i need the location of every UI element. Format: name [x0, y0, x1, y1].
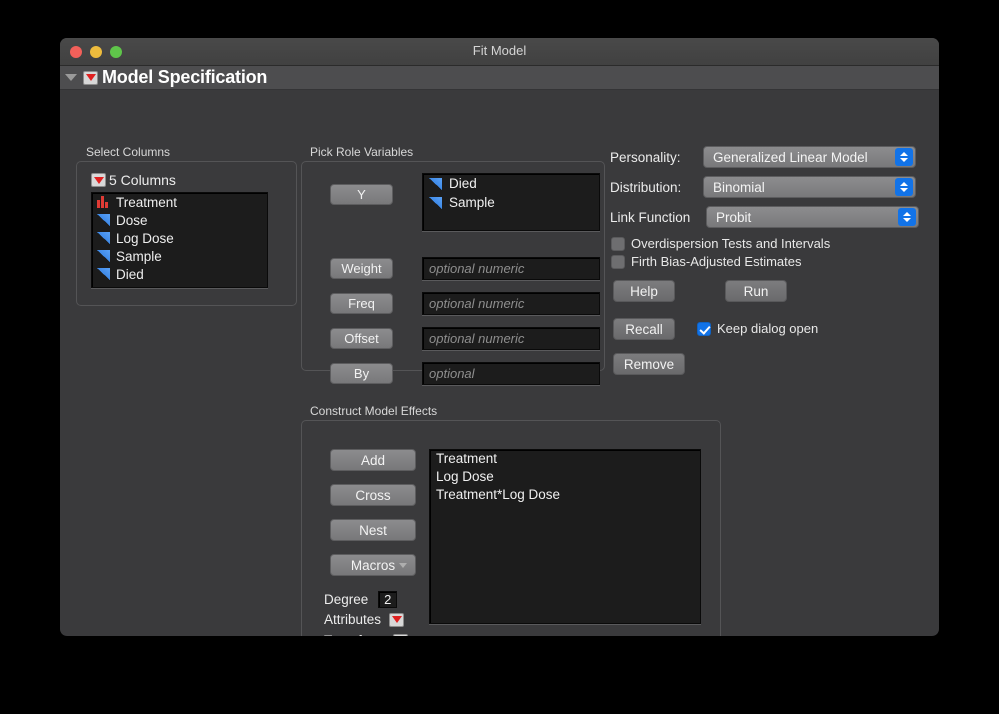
- by-role-field[interactable]: optional: [422, 362, 600, 385]
- dialog-body: Select Columns 5 Columns Treatment Dose …: [60, 90, 939, 636]
- continuous-icon: [97, 232, 110, 244]
- freq-placeholder: optional numeric: [429, 296, 525, 311]
- pick-role-variables-panel: Y Died Sample Weight optional numeric Fr…: [301, 161, 605, 385]
- chevron-down-icon: [399, 562, 407, 568]
- offset-role-field[interactable]: optional numeric: [422, 327, 600, 350]
- nominal-icon: [97, 196, 110, 208]
- fit-model-window: Fit Model Model Specification Select Col…: [60, 38, 939, 636]
- transform-menu-icon[interactable]: [393, 633, 409, 636]
- overdispersion-checkbox[interactable]: [611, 236, 625, 251]
- keep-dialog-open-checkbox[interactable]: [697, 321, 711, 336]
- link-function-value: Probit: [716, 209, 752, 225]
- list-item-label: Sample: [449, 195, 495, 210]
- continuous-icon: [429, 177, 442, 190]
- keep-dialog-open-row[interactable]: Keep dialog open: [697, 321, 818, 336]
- page-title: Model Specification: [102, 67, 268, 87]
- remove-button[interactable]: Remove: [613, 353, 685, 375]
- overdispersion-checkbox-row[interactable]: Overdispersion Tests and Intervals: [611, 236, 830, 251]
- firth-checkbox-row[interactable]: Firth Bias-Adjusted Estimates: [611, 254, 802, 269]
- by-role-button[interactable]: By: [330, 363, 393, 384]
- construct-model-effects-label: Construct Model Effects: [310, 404, 438, 418]
- degree-stepper[interactable]: 2: [378, 591, 398, 608]
- red-triangle-menu-icon[interactable]: [83, 70, 98, 85]
- degree-label: Degree: [324, 592, 369, 607]
- cross-effect-button[interactable]: Cross: [330, 484, 416, 506]
- window-title: Fit Model: [472, 43, 527, 58]
- offset-placeholder: optional numeric: [429, 331, 525, 346]
- freq-role-button[interactable]: Freq: [330, 293, 393, 314]
- y-role-listbox[interactable]: Died Sample: [422, 173, 600, 231]
- continuous-icon: [97, 250, 110, 262]
- chevron-updown-icon[interactable]: [898, 208, 916, 226]
- list-item[interactable]: Dose: [92, 211, 267, 229]
- column-count-label: 5 Columns: [109, 172, 176, 188]
- chevron-updown-icon[interactable]: [895, 148, 913, 166]
- list-item-label: Sample: [116, 248, 162, 264]
- column-count-row: 5 Columns: [91, 172, 176, 188]
- personality-value: Generalized Linear Model: [713, 149, 868, 165]
- chevron-updown-icon[interactable]: [895, 178, 913, 196]
- list-item[interactable]: Sample: [423, 193, 599, 212]
- macros-label: Macros: [350, 557, 396, 573]
- effects-listbox[interactable]: Treatment Log Dose Treatment*Log Dose: [429, 449, 701, 624]
- disclosure-triangle-icon[interactable]: [65, 74, 77, 81]
- transform-label: Transform: [324, 633, 385, 636]
- construct-model-effects-panel: Add Cross Nest Macros Degree 2 Attribute…: [301, 420, 721, 636]
- list-item-label: Died: [116, 266, 144, 282]
- by-placeholder: optional: [429, 366, 475, 381]
- keep-dialog-open-label: Keep dialog open: [717, 321, 819, 336]
- list-item[interactable]: Died: [92, 265, 267, 283]
- link-function-select[interactable]: Probit: [706, 206, 919, 228]
- offset-role-button[interactable]: Offset: [330, 328, 393, 349]
- transform-row[interactable]: Transform: [324, 633, 409, 636]
- columns-menu-icon[interactable]: [91, 173, 106, 187]
- firth-label: Firth Bias-Adjusted Estimates: [631, 254, 802, 269]
- nest-effect-button[interactable]: Nest: [330, 519, 416, 541]
- y-role-button[interactable]: Y: [330, 184, 393, 205]
- list-item[interactable]: Log Dose: [92, 229, 267, 247]
- columns-listbox[interactable]: Treatment Dose Log Dose Sample Died: [91, 192, 268, 288]
- select-columns-label: Select Columns: [86, 145, 171, 159]
- select-columns-panel: 5 Columns Treatment Dose Log Dose Sample…: [76, 161, 297, 306]
- distribution-select[interactable]: Binomial: [703, 176, 916, 198]
- attributes-row[interactable]: Attributes: [324, 612, 405, 627]
- attributes-label: Attributes: [324, 612, 382, 627]
- list-item[interactable]: Treatment*Log Dose: [430, 486, 700, 504]
- weight-placeholder: optional numeric: [429, 261, 525, 276]
- attributes-menu-icon[interactable]: [389, 612, 405, 627]
- model-specification-header: Model Specification: [60, 66, 939, 90]
- macros-button[interactable]: Macros: [330, 554, 416, 576]
- freq-role-field[interactable]: optional numeric: [422, 292, 600, 315]
- list-item-label: Died: [449, 176, 477, 191]
- weight-role-button[interactable]: Weight: [330, 258, 393, 279]
- overdispersion-label: Overdispersion Tests and Intervals: [631, 236, 831, 251]
- link-function-label: Link Function: [610, 210, 691, 225]
- firth-checkbox[interactable]: [611, 254, 625, 269]
- weight-role-field[interactable]: optional numeric: [422, 257, 600, 280]
- personality-label: Personality:: [610, 150, 681, 165]
- degree-row: Degree 2: [324, 591, 398, 608]
- list-item[interactable]: Log Dose: [430, 468, 700, 486]
- list-item-label: Log Dose: [116, 230, 174, 246]
- continuous-icon: [97, 214, 110, 226]
- continuous-icon: [97, 268, 110, 280]
- help-button[interactable]: Help: [613, 280, 675, 302]
- list-item-label: Dose: [116, 212, 148, 228]
- list-item-label: Treatment: [116, 194, 178, 210]
- distribution-value: Binomial: [713, 179, 765, 195]
- run-button[interactable]: Run: [725, 280, 787, 302]
- list-item[interactable]: Treatment: [430, 450, 700, 468]
- list-item[interactable]: Treatment: [92, 193, 267, 211]
- recall-button[interactable]: Recall: [613, 318, 675, 340]
- list-item[interactable]: Died: [423, 174, 599, 193]
- continuous-icon: [429, 196, 442, 209]
- distribution-label: Distribution:: [610, 180, 682, 195]
- list-item[interactable]: Sample: [92, 247, 267, 265]
- add-effect-button[interactable]: Add: [330, 449, 416, 471]
- window-titlebar: Fit Model: [60, 38, 939, 66]
- personality-select[interactable]: Generalized Linear Model: [703, 146, 916, 168]
- pick-role-variables-label: Pick Role Variables: [310, 145, 414, 159]
